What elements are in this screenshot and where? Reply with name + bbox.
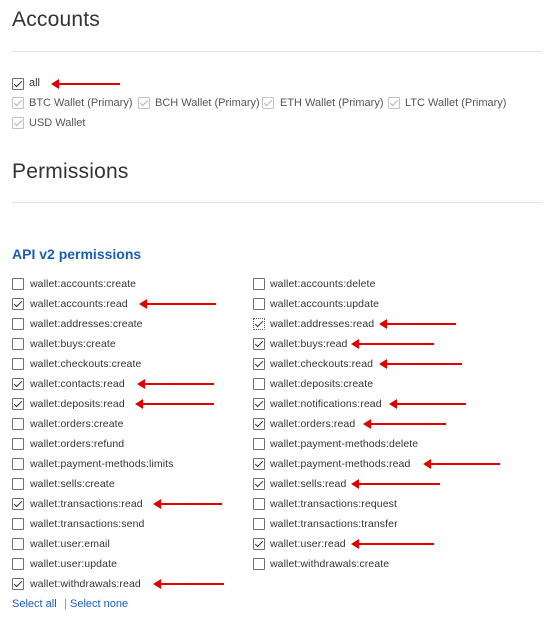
perm-checkbox-wallet-notifications-read[interactable] xyxy=(253,398,265,410)
perm-label-wallet-checkouts-create: wallet:checkouts:create xyxy=(30,358,142,370)
perm-label-wallet-payment-methods-delete: wallet:payment-methods:delete xyxy=(270,438,419,450)
annotation-arrow xyxy=(363,419,446,429)
perm-label-wallet-withdrawals-create: wallet:withdrawals:create xyxy=(270,558,390,570)
perm-label-wallet-orders-create: wallet:orders:create xyxy=(30,418,124,430)
perm-checkbox-wallet-user-email[interactable] xyxy=(12,538,24,550)
perm-checkbox-wallet-addresses-create[interactable] xyxy=(12,318,24,330)
perm-checkbox-wallet-accounts-delete[interactable] xyxy=(253,278,265,290)
perm-label-wallet-user-email: wallet:user:email xyxy=(30,538,110,550)
perm-label-wallet-transactions-transfer: wallet:transactions:transfer xyxy=(270,518,398,530)
btc-wallet-checkbox[interactable] xyxy=(12,97,24,109)
perm-checkbox-wallet-transactions-send[interactable] xyxy=(12,518,24,530)
perm-checkbox-wallet-buys-read[interactable] xyxy=(253,338,265,350)
perm-label-wallet-accounts-update: wallet:accounts:update xyxy=(270,298,380,310)
annotation-arrow xyxy=(153,579,224,589)
perm-checkbox-wallet-deposits-create[interactable] xyxy=(253,378,265,390)
perm-checkbox-wallet-orders-refund[interactable] xyxy=(12,438,24,450)
perm-label-wallet-accounts-create: wallet:accounts:create xyxy=(30,278,137,290)
perm-label-wallet-withdrawals-read: wallet:withdrawals:read xyxy=(30,578,141,590)
usd-wallet-label: USD Wallet xyxy=(29,117,86,129)
perm-checkbox-wallet-sells-read[interactable] xyxy=(253,478,265,490)
perm-label-wallet-payment-methods-read: wallet:payment-methods:read xyxy=(270,458,411,470)
perm-checkbox-wallet-contacts-read[interactable] xyxy=(12,378,24,390)
perm-checkbox-wallet-user-read[interactable] xyxy=(253,538,265,550)
annotation-arrow xyxy=(351,479,440,489)
bch-wallet-checkbox[interactable] xyxy=(138,97,150,109)
perm-checkbox-wallet-sells-create[interactable] xyxy=(12,478,24,490)
annotation-arrow xyxy=(379,359,462,369)
ltc-wallet-label: LTC Wallet (Primary) xyxy=(405,97,507,109)
annotation-arrow xyxy=(135,399,214,409)
perm-label-wallet-payment-methods-limits: wallet:payment-methods:limits xyxy=(30,458,174,470)
perm-checkbox-wallet-withdrawals-create[interactable] xyxy=(253,558,265,570)
accounts-divider xyxy=(12,51,542,52)
link-separator: | xyxy=(64,598,67,610)
perm-checkbox-wallet-orders-read[interactable] xyxy=(253,418,265,430)
annotation-arrow xyxy=(351,539,434,549)
perm-label-wallet-accounts-delete: wallet:accounts:delete xyxy=(270,278,376,290)
perm-label-wallet-orders-refund: wallet:orders:refund xyxy=(30,438,125,450)
permissions-divider xyxy=(12,202,542,203)
perm-checkbox-wallet-checkouts-read[interactable] xyxy=(253,358,265,370)
permissions-heading: Permissions xyxy=(12,160,129,183)
perm-label-wallet-sells-create: wallet:sells:create xyxy=(30,478,115,490)
perm-checkbox-wallet-orders-create[interactable] xyxy=(12,418,24,430)
annotation-arrow xyxy=(51,79,120,89)
perm-checkbox-wallet-user-update[interactable] xyxy=(12,558,24,570)
perm-label-wallet-checkouts-read: wallet:checkouts:read xyxy=(270,358,374,370)
ltc-wallet-checkbox[interactable] xyxy=(388,97,400,109)
perm-checkbox-wallet-transactions-request[interactable] xyxy=(253,498,265,510)
perm-checkbox-wallet-payment-methods-read[interactable] xyxy=(253,458,265,470)
perm-label-wallet-transactions-request: wallet:transactions:request xyxy=(270,498,398,510)
perm-checkbox-wallet-accounts-read[interactable] xyxy=(12,298,24,310)
usd-wallet-checkbox[interactable] xyxy=(12,117,24,129)
perm-label-wallet-orders-read: wallet:orders:read xyxy=(270,418,356,430)
perm-label-wallet-addresses-read: wallet:addresses:read xyxy=(270,318,375,330)
bch-wallet-label: BCH Wallet (Primary) xyxy=(155,97,260,109)
perm-label-wallet-addresses-create: wallet:addresses:create xyxy=(30,318,143,330)
perm-label-wallet-transactions-send: wallet:transactions:send xyxy=(30,518,145,530)
btc-wallet-label: BTC Wallet (Primary) xyxy=(29,97,133,109)
annotation-arrow xyxy=(139,299,216,309)
perm-checkbox-wallet-transactions-transfer[interactable] xyxy=(253,518,265,530)
perm-label-wallet-transactions-read: wallet:transactions:read xyxy=(30,498,143,510)
annotation-arrow xyxy=(351,339,434,349)
perm-label-wallet-sells-read: wallet:sells:read xyxy=(270,478,347,490)
perm-label-wallet-accounts-read: wallet:accounts:read xyxy=(30,298,128,310)
annotation-arrow xyxy=(153,499,222,509)
perm-checkbox-wallet-addresses-read[interactable] xyxy=(253,318,265,330)
perm-label-wallet-user-read: wallet:user:read xyxy=(270,538,346,550)
select-none-link[interactable]: Select none xyxy=(70,598,128,610)
annotation-arrow xyxy=(137,379,214,389)
perm-checkbox-wallet-payment-methods-limits[interactable] xyxy=(12,458,24,470)
perm-label-wallet-notifications-read: wallet:notifications:read xyxy=(270,398,382,410)
annotation-arrow xyxy=(423,459,500,469)
perm-checkbox-wallet-payment-methods-delete[interactable] xyxy=(253,438,265,450)
annotation-arrow xyxy=(379,319,456,329)
annotation-arrow xyxy=(389,399,466,409)
accounts-heading: Accounts xyxy=(12,8,100,31)
perm-checkbox-wallet-transactions-read[interactable] xyxy=(12,498,24,510)
perm-checkbox-wallet-checkouts-create[interactable] xyxy=(12,358,24,370)
perm-label-wallet-contacts-read: wallet:contacts:read xyxy=(30,378,125,390)
perm-label-wallet-user-update: wallet:user:update xyxy=(30,558,118,570)
perm-label-wallet-deposits-read: wallet:deposits:read xyxy=(30,398,125,410)
perm-label-wallet-buys-create: wallet:buys:create xyxy=(30,338,116,350)
all-accounts-checkbox[interactable] xyxy=(12,78,24,90)
eth-wallet-checkbox[interactable] xyxy=(262,97,274,109)
perm-checkbox-wallet-accounts-update[interactable] xyxy=(253,298,265,310)
perm-label-wallet-buys-read: wallet:buys:read xyxy=(270,338,348,350)
perm-label-wallet-deposits-create: wallet:deposits:create xyxy=(270,378,374,390)
select-all-link[interactable]: Select all xyxy=(12,598,57,610)
eth-wallet-label: ETH Wallet (Primary) xyxy=(280,97,384,109)
perm-checkbox-wallet-buys-create[interactable] xyxy=(12,338,24,350)
all-accounts-label: all xyxy=(29,77,41,89)
perm-checkbox-wallet-accounts-create[interactable] xyxy=(12,278,24,290)
perm-checkbox-wallet-deposits-read[interactable] xyxy=(12,398,24,410)
api-v2-permissions-heading: API v2 permissions xyxy=(12,246,142,262)
perm-checkbox-wallet-withdrawals-read[interactable] xyxy=(12,578,24,590)
